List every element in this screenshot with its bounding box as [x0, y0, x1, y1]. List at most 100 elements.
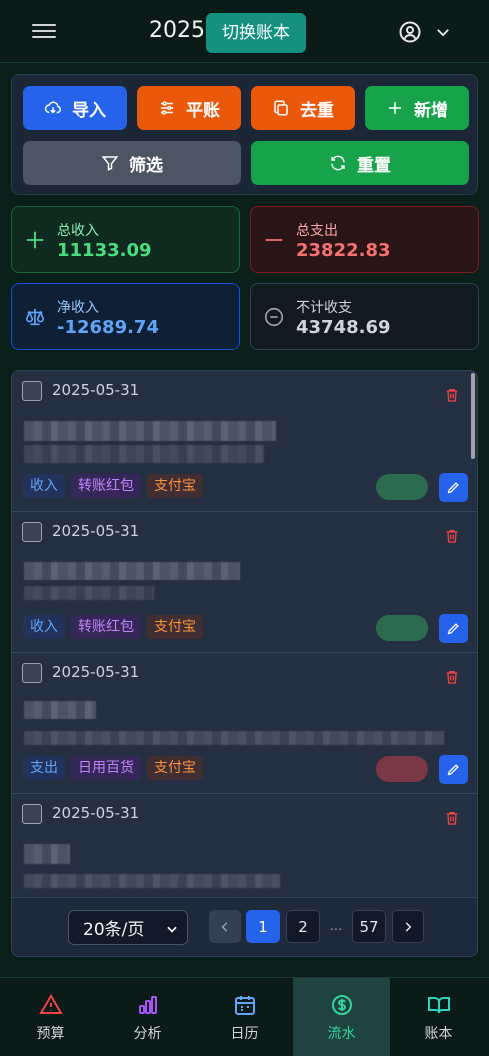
switch-ledger-button[interactable]: 切换账本 [206, 13, 306, 53]
trash-icon[interactable] [444, 810, 460, 826]
chevron-left-icon [221, 921, 228, 932]
trash-icon[interactable] [444, 387, 460, 403]
redacted-description [24, 421, 276, 441]
edit-button[interactable] [439, 614, 468, 643]
dollar-circle-icon [331, 994, 352, 1015]
chevron-down-icon [437, 29, 449, 37]
excluded-label: 不计收支 [296, 300, 352, 316]
nav-transactions[interactable]: 流水 [293, 978, 390, 1056]
tag-group: 收入 转账红包 支付宝 [23, 474, 203, 498]
page-2-button[interactable]: 2 [286, 910, 320, 943]
nav-label: 日历 [230, 1025, 259, 1042]
filter-icon [101, 156, 119, 171]
edit-button[interactable] [439, 755, 468, 784]
dedupe-button[interactable]: 去重 [251, 86, 355, 130]
select-checkbox[interactable] [22, 522, 42, 542]
total-income-card: 总收入 11133.09 [11, 206, 240, 273]
reset-button[interactable]: 重置 [251, 141, 469, 185]
select-checkbox[interactable] [22, 381, 42, 401]
pencil-icon [447, 482, 459, 494]
trash-icon[interactable] [444, 669, 460, 685]
redacted-description [24, 701, 96, 719]
select-checkbox[interactable] [22, 804, 42, 824]
total-income-label: 总收入 [57, 223, 99, 239]
year-label: 2025 [149, 18, 205, 43]
redacted-amount [376, 756, 428, 782]
list-item[interactable]: 2025-05-31 收入 转账红包 支付宝 [12, 371, 477, 512]
account-tag: 支付宝 [147, 474, 203, 498]
nav-label: 流水 [327, 1025, 356, 1042]
net-income-card: 净收入 -12689.74 [11, 283, 240, 350]
copy-icon [274, 100, 288, 116]
next-page-button[interactable] [392, 910, 424, 943]
redacted-description [24, 445, 264, 463]
plus-icon [26, 231, 44, 249]
excluded-value: 43748.69 [296, 317, 391, 338]
page-1-button[interactable]: 1 [246, 910, 280, 943]
cloud-download-icon [44, 101, 62, 114]
category-tag: 转账红包 [71, 615, 141, 639]
redacted-description [24, 844, 70, 864]
book-icon [427, 996, 450, 1013]
type-tag: 收入 [23, 474, 65, 498]
action-panel: 导入 平账 去重 新增 筛选 重置 [11, 74, 478, 195]
filter-label: 筛选 [129, 155, 163, 176]
page-size-select[interactable]: 20条/页 [68, 910, 188, 945]
net-income-label: 净收入 [57, 300, 99, 316]
dedupe-label: 去重 [300, 100, 334, 121]
total-expense-value: 23822.83 [296, 240, 391, 261]
category-tag: 日用百货 [71, 756, 141, 780]
user-icon [399, 21, 421, 43]
prev-page-button[interactable] [209, 910, 241, 943]
type-tag: 支出 [23, 756, 65, 780]
import-button[interactable]: 导入 [23, 86, 127, 130]
chevron-down-icon [167, 926, 177, 933]
sliders-icon [161, 101, 173, 115]
net-income-value: -12689.74 [57, 317, 159, 338]
add-button[interactable]: 新增 [365, 86, 469, 130]
menu-icon[interactable] [32, 20, 58, 44]
user-menu[interactable] [398, 20, 452, 44]
filter-button[interactable]: 筛选 [23, 141, 241, 185]
trash-icon[interactable] [444, 528, 460, 544]
import-label: 导入 [72, 100, 106, 121]
account-tag: 支付宝 [147, 615, 203, 639]
tag-group: 收入 转账红包 支付宝 [23, 615, 203, 639]
page-size-value: 20条/页 [83, 920, 145, 940]
nav-analysis[interactable]: 分析 [99, 978, 196, 1056]
list-item[interactable]: 2025-05-31 支出 日用百货 支付宝 [12, 653, 477, 794]
redacted-amount [376, 474, 428, 500]
redacted-description [24, 562, 240, 580]
page-ellipsis: ... [329, 919, 343, 934]
add-label: 新增 [414, 100, 448, 121]
nav-budget[interactable]: 预算 [2, 978, 99, 1056]
nav-ledger[interactable]: 账本 [390, 978, 487, 1056]
bar-chart-icon [138, 995, 157, 1014]
nav-calendar[interactable]: 日历 [196, 978, 293, 1056]
nav-label: 账本 [424, 1025, 453, 1042]
select-checkbox[interactable] [22, 663, 42, 683]
total-expense-card: 总支出 23822.83 [250, 206, 479, 273]
edit-button[interactable] [439, 473, 468, 502]
balance-label: 平账 [186, 100, 220, 121]
list-item[interactable]: 2025-05-31 收入 转账红包 支付宝 [12, 512, 477, 653]
redacted-description [24, 874, 280, 888]
pencil-icon [447, 764, 459, 776]
record-list[interactable]: 2025-05-31 收入 转账红包 支付宝 2025-05-31 收入 转账红… [11, 370, 478, 957]
nav-label: 分析 [133, 1025, 162, 1042]
record-date: 2025-05-31 [52, 381, 140, 399]
type-tag: 收入 [23, 615, 65, 639]
minus-icon [265, 239, 283, 241]
tag-group: 支出 日用百货 支付宝 [23, 756, 203, 780]
redacted-amount [376, 615, 428, 641]
top-bar: 2025 切换账本 [0, 0, 489, 63]
page-57-button[interactable]: 57 [352, 910, 386, 943]
account-tag: 支付宝 [147, 756, 203, 780]
record-date: 2025-05-31 [52, 663, 140, 681]
excluded-card: 不计收支 43748.69 [250, 283, 479, 350]
chevron-right-icon [405, 921, 412, 932]
calendar-icon [234, 995, 255, 1015]
redacted-description [24, 586, 154, 600]
total-income-value: 11133.09 [57, 240, 152, 261]
balance-button[interactable]: 平账 [137, 86, 241, 130]
